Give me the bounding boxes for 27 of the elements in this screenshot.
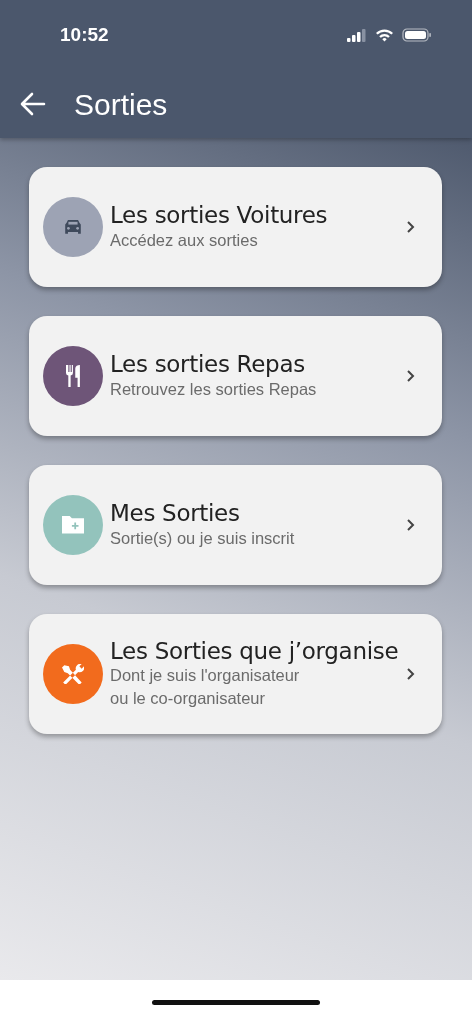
signal-icon: [347, 28, 367, 42]
status-time: 10:52: [60, 22, 109, 47]
menu-card[interactable]: Les sorties Repas Retrouvez les sorties Repas: [29, 316, 442, 436]
card-subtitle: Sortie(s) ou je suis inscrit: [110, 527, 296, 549]
chevron-right-icon: [406, 518, 416, 532]
car-icon: [62, 220, 84, 234]
cutlery-icon: [66, 365, 80, 387]
folder-plus-icon: [62, 516, 84, 534]
back-arrow-icon[interactable]: [20, 92, 46, 116]
menu-card[interactable]: Les Sorties que j’organise Dont je suis l'organisateur ou le co-organisateur: [29, 614, 442, 734]
battery-icon: [402, 28, 432, 42]
chevron-right-icon: [406, 220, 416, 234]
menu-card[interactable]: Les sorties Voitures Accédez aux sorties: [29, 167, 442, 287]
card-subtitle: Retrouvez les sorties Repas: [110, 378, 318, 400]
chevron-right-icon: [406, 667, 416, 681]
card-subtitle: Accédez aux sorties: [110, 229, 259, 251]
wifi-icon: [375, 28, 394, 42]
page-title: Sorties: [74, 86, 168, 123]
home-indicator[interactable]: [152, 999, 320, 1005]
card-title: Les Sorties que j’organise: [110, 637, 400, 665]
menu-card[interactable]: Mes Sorties Sortie(s) ou je suis inscrit: [29, 465, 442, 585]
tools-icon: [62, 663, 84, 685]
card-title: Mes Sorties: [110, 500, 241, 527]
chevron-right-icon: [406, 369, 416, 383]
card-title: Les sorties Repas: [110, 351, 306, 378]
card-subtitle: Dont je suis l'organisateur ou le co-organisateur: [110, 665, 301, 710]
card-title: Les sorties Voitures: [110, 202, 329, 229]
